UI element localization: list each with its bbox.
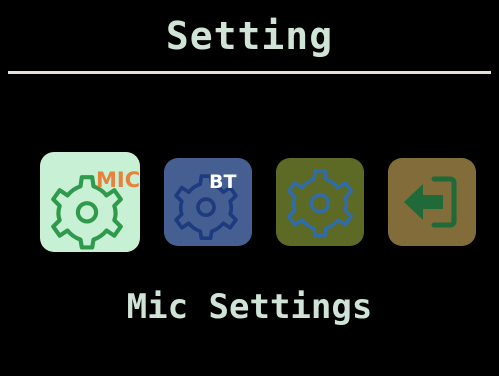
mic-settings-button[interactable]: MIC <box>40 152 140 252</box>
bt-badge-label: BT <box>209 171 236 193</box>
device-screen: Setting MIC BT Mic Settings <box>0 0 499 376</box>
exit-arrow-icon <box>404 176 457 228</box>
mic-settings-gear-icon: MIC <box>51 168 140 250</box>
general-settings-gear-icon <box>286 168 354 238</box>
exit-button[interactable] <box>388 158 476 246</box>
mic-badge-label: MIC <box>96 168 140 192</box>
bluetooth-settings-gear-icon: BT <box>174 171 238 241</box>
selected-item-caption: Mic Settings <box>126 287 373 327</box>
general-settings-button[interactable] <box>276 158 364 246</box>
bluetooth-settings-button[interactable]: BT <box>164 158 252 246</box>
